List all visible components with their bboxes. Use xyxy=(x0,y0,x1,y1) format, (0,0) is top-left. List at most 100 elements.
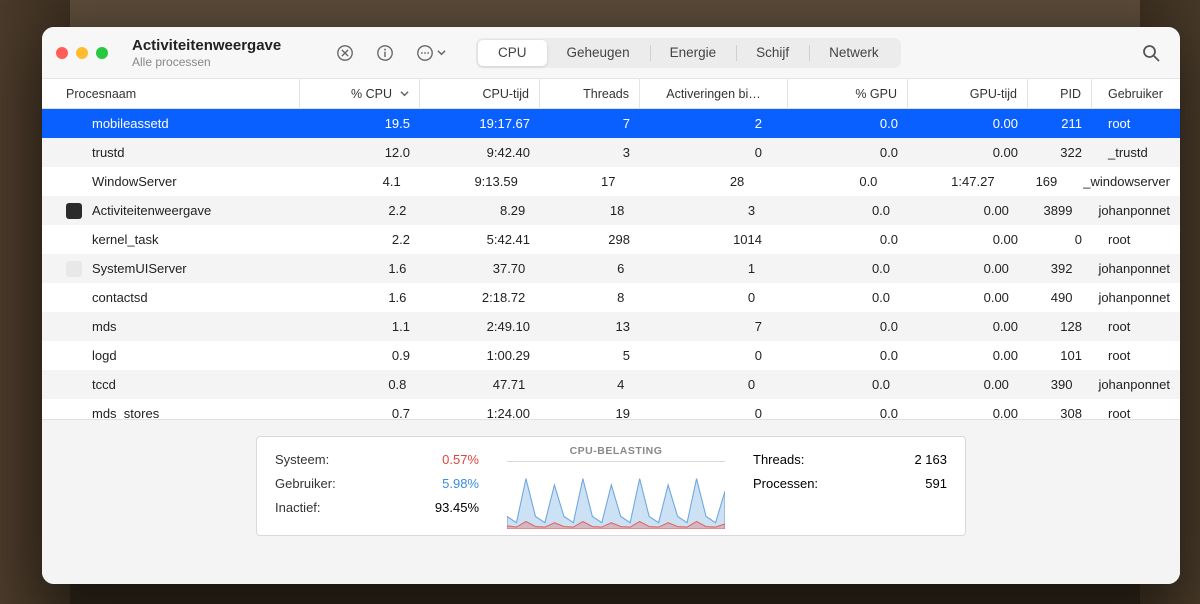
process-icon xyxy=(66,232,82,248)
cell-user: johanponnet xyxy=(1082,203,1180,218)
cell-gputime: 0.00 xyxy=(900,261,1019,276)
tab-energy[interactable]: Energie xyxy=(650,40,737,66)
cell-user: root xyxy=(1092,348,1180,363)
process-icon xyxy=(66,348,82,364)
col-cpu-percent[interactable]: % CPU xyxy=(300,79,420,108)
cell-threads: 17 xyxy=(528,174,626,189)
threads-value: 2 163 xyxy=(914,452,947,467)
cell-pid: 128 xyxy=(1028,319,1092,334)
tab-disk[interactable]: Schijf xyxy=(736,40,809,66)
cell-threads: 8 xyxy=(535,290,634,305)
cell-gputime: 1:47.27 xyxy=(887,174,1004,189)
table-row[interactable]: tccd0.847.71400.00.00390johanponnet xyxy=(42,370,1180,399)
process-icon xyxy=(66,261,82,277)
cell-cputime: 9:42.40 xyxy=(420,145,540,160)
cell-gpu: 0.0 xyxy=(781,290,900,305)
col-cpu-label: % CPU xyxy=(351,87,392,101)
process-name: logd xyxy=(92,348,117,363)
table-row[interactable]: SystemUIServer1.637.70610.00.00392johanp… xyxy=(42,254,1180,283)
cell-gpu: 0.0 xyxy=(770,174,887,189)
table-row[interactable]: kernel_task2.25:42.4129810140.00.000root xyxy=(42,225,1180,254)
table-row[interactable]: WindowServer4.19:13.5917280.01:47.27169_… xyxy=(42,167,1180,196)
cell-gpu: 0.0 xyxy=(788,319,908,334)
process-name: contactsd xyxy=(92,290,148,305)
more-options-button[interactable] xyxy=(410,38,452,68)
table-row[interactable]: mobileassetd19.519:17.67720.00.00211root xyxy=(42,109,1180,138)
system-value: 0.57% xyxy=(442,452,479,467)
cell-cpu: 2.2 xyxy=(298,203,417,218)
cell-cputime: 8.29 xyxy=(416,203,535,218)
tab-cpu[interactable]: CPU xyxy=(478,40,547,66)
cell-gputime: 0.00 xyxy=(908,116,1028,131)
cell-gpu: 0.0 xyxy=(781,203,900,218)
cell-wakeups: 0 xyxy=(640,348,788,363)
table-row[interactable]: contactsd1.62:18.72800.00.00490johanponn… xyxy=(42,283,1180,312)
system-label: Systeem: xyxy=(275,452,329,467)
process-icon xyxy=(66,203,82,219)
app-subtitle: Alle processen xyxy=(132,55,302,69)
cell-gpu: 0.0 xyxy=(781,377,900,392)
cell-gputime: 0.00 xyxy=(908,348,1028,363)
process-icon xyxy=(66,377,82,393)
process-name: kernel_task xyxy=(92,232,158,247)
process-counts: Threads:2 163 Processen:591 xyxy=(735,437,965,535)
cell-wakeups: 0 xyxy=(640,406,788,419)
cell-cpu: 0.8 xyxy=(298,377,417,392)
cell-threads: 13 xyxy=(540,319,640,334)
cell-cputime: 5:42.41 xyxy=(420,232,540,247)
cell-cputime: 2:18.72 xyxy=(416,290,535,305)
col-user[interactable]: Gebruiker xyxy=(1092,79,1180,108)
cell-cpu: 0.7 xyxy=(300,406,420,419)
info-button[interactable] xyxy=(370,38,400,68)
cell-pid: 308 xyxy=(1028,406,1092,419)
col-threads[interactable]: Threads xyxy=(540,79,640,108)
footer: Systeem:0.57% Gebruiker:5.98% Inactief:9… xyxy=(42,419,1180,584)
table-row[interactable]: mds1.12:49.101370.00.00128root xyxy=(42,312,1180,341)
cell-wakeups: 0 xyxy=(640,145,788,160)
idle-label: Inactief: xyxy=(275,500,321,515)
table-row[interactable]: Activiteitenweergave2.28.291830.00.00389… xyxy=(42,196,1180,225)
cell-cputime: 37.70 xyxy=(416,261,535,276)
table-row[interactable]: mds_stores0.71:24.001900.00.00308root xyxy=(42,399,1180,419)
chart-caption: CPU-BELASTING xyxy=(570,445,663,457)
cell-user: johanponnet xyxy=(1082,377,1180,392)
idle-value: 93.45% xyxy=(435,500,479,515)
cell-user: root xyxy=(1092,232,1180,247)
cpu-sparkline xyxy=(507,466,725,529)
cell-pid: 3899 xyxy=(1019,203,1083,218)
col-cpu-time[interactable]: CPU-tijd xyxy=(420,79,540,108)
table-row[interactable]: trustd12.09:42.40300.00.00322_trustd xyxy=(42,138,1180,167)
cell-threads: 6 xyxy=(535,261,634,276)
cell-gpu: 0.0 xyxy=(781,261,900,276)
zoom-window-button[interactable] xyxy=(96,47,108,59)
cell-cpu: 2.2 xyxy=(300,232,420,247)
col-pid[interactable]: PID xyxy=(1028,79,1092,108)
process-name: Activiteitenweergave xyxy=(92,203,211,218)
cell-gputime: 0.00 xyxy=(900,290,1019,305)
col-gpu-percent[interactable]: % GPU xyxy=(788,79,908,108)
col-gpu-time[interactable]: GPU-tijd xyxy=(908,79,1028,108)
cell-cpu: 19.5 xyxy=(300,116,420,131)
cell-pid: 169 xyxy=(1005,174,1068,189)
cell-gpu: 0.0 xyxy=(788,232,908,247)
stop-process-button[interactable] xyxy=(330,38,360,68)
cell-pid: 101 xyxy=(1028,348,1092,363)
cell-user: _trustd xyxy=(1092,145,1180,160)
cell-cputime: 1:24.00 xyxy=(420,406,540,419)
close-window-button[interactable] xyxy=(56,47,68,59)
search-button[interactable] xyxy=(1136,38,1166,68)
table-row[interactable]: logd0.91:00.29500.00.00101root xyxy=(42,341,1180,370)
col-process-name[interactable]: Procesnaam xyxy=(42,79,300,108)
cell-pid: 322 xyxy=(1028,145,1092,160)
minimize-window-button[interactable] xyxy=(76,47,88,59)
column-headers: Procesnaam % CPU CPU-tijd Threads Active… xyxy=(42,79,1180,109)
process-table[interactable]: mobileassetd19.519:17.67720.00.00211root… xyxy=(42,109,1180,419)
process-name: WindowServer xyxy=(92,174,177,189)
cell-user: johanponnet xyxy=(1082,290,1180,305)
process-icon xyxy=(66,290,82,306)
processes-value: 591 xyxy=(925,476,947,491)
tab-memory[interactable]: Geheugen xyxy=(547,40,650,66)
tab-network[interactable]: Netwerk xyxy=(809,40,899,66)
col-wakeups[interactable]: Activeringen bi… xyxy=(640,79,788,108)
cell-cputime: 9:13.59 xyxy=(411,174,528,189)
